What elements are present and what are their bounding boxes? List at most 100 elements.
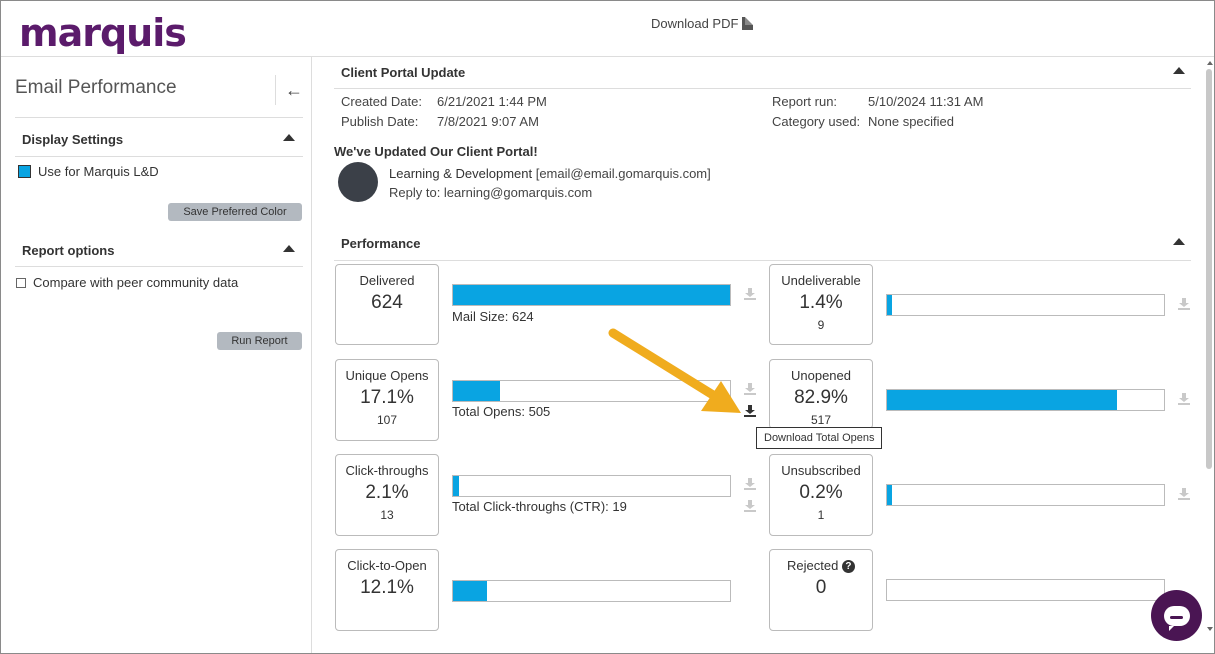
metric-value: 12.1%	[360, 577, 414, 598]
report-run-label: Report run:	[772, 94, 838, 109]
created-date-value: 6/21/2021 1:44 PM	[437, 94, 547, 109]
sender-name: Learning & Development	[389, 166, 533, 181]
download-icon[interactable]	[744, 288, 756, 300]
metric-bar-undeliverable	[886, 294, 1165, 316]
metric-count: 13	[380, 508, 394, 522]
metric-label: Unsubscribed	[781, 463, 861, 478]
metric-card-unique-opens: Unique Opens 17.1% 107	[335, 359, 439, 441]
metric-value: 82.9%	[794, 387, 848, 408]
metric-label-row: Rejected ?	[770, 558, 872, 573]
metric-count: 1	[817, 508, 825, 522]
metric-card-unsubscribed: Unsubscribed 0.2% 1	[769, 454, 873, 536]
download-pdf-label: Download PDF	[651, 16, 739, 31]
metric-bar-click-to-open	[452, 580, 731, 602]
metric-card-rejected: Rejected ? 0	[769, 549, 873, 631]
metric-bar-click-throughs	[452, 475, 731, 497]
metric-label: Click-throughs	[345, 463, 429, 478]
collapse-report-icon[interactable]	[1173, 67, 1185, 74]
metric-label: Undeliverable	[781, 273, 861, 288]
category-used-label: Category used:	[772, 114, 861, 129]
metric-label: Click-to-Open	[347, 558, 427, 573]
tooltip: Download Total Opens	[756, 427, 883, 449]
download-icon[interactable]	[744, 478, 756, 490]
metric-count: 107	[376, 413, 398, 427]
bar-fill	[887, 295, 892, 315]
metric-value: 0	[815, 577, 827, 598]
collapse-sidebar-button[interactable]: ←	[275, 75, 303, 105]
chat-icon	[1163, 605, 1190, 631]
annotation-arrow	[608, 328, 741, 413]
report-run-value: 5/10/2024 11:31 AM	[868, 94, 984, 109]
run-report-button[interactable]: Run Report	[217, 332, 302, 350]
download-icon[interactable]	[1178, 393, 1190, 405]
arrow-left-icon: ←	[285, 79, 303, 100]
mail-size-caption: Mail Size: 624	[452, 309, 534, 324]
metric-label: Unique Opens	[345, 368, 429, 383]
color-swatch[interactable]	[18, 165, 31, 178]
divider	[15, 156, 303, 157]
pdf-icon	[742, 17, 754, 30]
bar-fill	[887, 390, 1117, 410]
metric-count: 517	[810, 413, 832, 427]
report-title: Client Portal Update	[341, 65, 466, 80]
metric-card-undeliverable: Undeliverable 1.4% 9	[769, 264, 873, 345]
metric-bar-delivered	[452, 284, 731, 306]
metric-label: Rejected	[787, 558, 839, 573]
performance-heading: Performance	[341, 236, 421, 251]
metric-bar-unopened	[886, 389, 1165, 411]
report-options-heading: Report options	[22, 243, 115, 258]
chat-button[interactable]	[1151, 590, 1202, 641]
bar-fill	[887, 485, 892, 505]
metric-value: 624	[371, 292, 403, 313]
sender-email: [email@email.gomarquis.com]	[535, 166, 711, 181]
total-opens-caption: Total Opens: 505	[452, 404, 551, 419]
metric-card-click-throughs: Click-throughs 2.1% 13	[335, 454, 439, 536]
divider	[15, 266, 303, 267]
email-subject: We've Updated Our Client Portal!	[334, 144, 538, 159]
bar-fill	[453, 476, 459, 496]
collapse-performance-icon[interactable]	[1173, 238, 1185, 245]
download-icon[interactable]	[1178, 488, 1190, 500]
bar-fill	[453, 285, 730, 305]
collapse-display-settings-icon[interactable]	[283, 134, 295, 141]
collapse-report-options-icon[interactable]	[283, 245, 295, 252]
publish-date-label: Publish Date:	[341, 114, 419, 129]
bar-fill	[453, 381, 501, 401]
download-icon[interactable]	[1178, 298, 1190, 310]
compare-peer-checkbox[interactable]	[16, 278, 26, 288]
metric-label: Delivered	[359, 273, 415, 288]
metric-value: 1.4%	[799, 292, 843, 313]
reply-to: Reply to: learning@gomarquis.com	[389, 185, 593, 200]
category-used-value: None specified	[868, 114, 954, 129]
scrollbar[interactable]	[1204, 61, 1212, 633]
marquis-logo: marquis	[19, 11, 187, 55]
divider	[334, 88, 1191, 89]
divider	[15, 117, 303, 118]
metric-bar-unsubscribed	[886, 484, 1165, 506]
scroll-thumb[interactable]	[1206, 69, 1212, 469]
metric-label: Unopened	[791, 368, 851, 383]
sender-avatar	[338, 162, 378, 202]
metric-card-click-to-open: Click-to-Open 12.1%	[335, 549, 439, 631]
help-icon[interactable]: ?	[841, 560, 855, 573]
display-settings-heading: Display Settings	[22, 132, 124, 147]
total-click-throughs-caption: Total Click-throughs (CTR): 19	[452, 499, 627, 514]
color-option-label: Use for Marquis L&D	[38, 164, 159, 179]
metric-card-unopened: Unopened 82.9% 517	[769, 359, 873, 429]
bar-fill	[453, 581, 487, 601]
download-icon[interactable]	[744, 500, 756, 512]
publish-date-value: 7/8/2021 9:07 AM	[437, 114, 539, 129]
save-preferred-color-button[interactable]: Save Preferred Color	[168, 203, 302, 221]
metric-card-delivered: Delivered 624	[335, 264, 439, 345]
created-date-label: Created Date:	[341, 94, 422, 109]
compare-peer-label: Compare with peer community data	[33, 275, 239, 290]
sidebar: Email Performance ← Display Settings Use…	[1, 57, 312, 653]
metric-value: 0.2%	[799, 482, 843, 503]
divider	[334, 260, 1191, 261]
metric-bar-rejected	[886, 579, 1165, 601]
metric-value: 2.1%	[365, 482, 409, 503]
download-pdf-link[interactable]: Download PDF	[651, 16, 754, 31]
metric-count: 9	[817, 318, 825, 332]
scroll-down-arrow[interactable]	[1207, 627, 1213, 631]
metric-value: 17.1%	[360, 387, 414, 408]
